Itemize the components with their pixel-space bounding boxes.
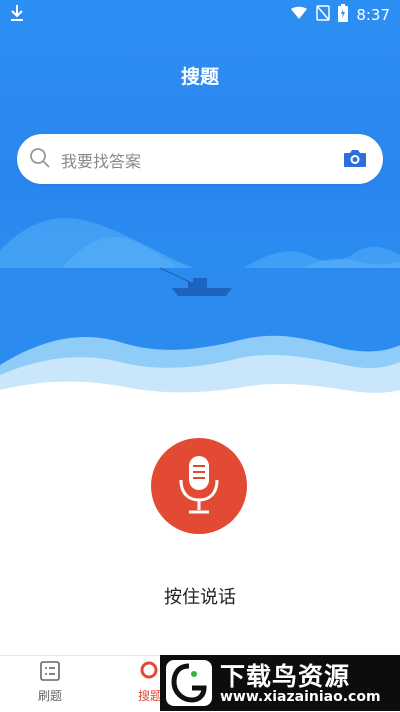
status-time: 8:37 — [356, 6, 390, 24]
lake-scene-illustration — [0, 218, 400, 415]
watermark-banner: 下载鸟资源 www.xiazainiao.com — [160, 655, 400, 711]
list-icon — [39, 661, 61, 685]
search-icon — [29, 147, 51, 173]
watermark-url: www.xiazainiao.com — [220, 689, 381, 705]
hold-to-speak-label: 按住说话 — [164, 587, 236, 608]
no-sim-icon — [316, 5, 331, 25]
download-icon — [10, 4, 24, 26]
page-title: 搜题 — [180, 66, 219, 88]
watermark-logo-icon — [166, 660, 212, 706]
hero-banner: 8:37 搜题 我要找答案 — [0, 0, 400, 415]
tab-practice[interactable]: 刷题 — [20, 660, 80, 704]
tab-label: 刷题 — [37, 689, 62, 703]
wifi-icon — [290, 6, 308, 24]
voice-record-button[interactable] — [151, 438, 247, 534]
search-placeholder: 我要找答案 — [61, 152, 142, 171]
watermark-title: 下载鸟资源 — [220, 662, 351, 691]
search-tab-icon — [139, 661, 161, 685]
search-input[interactable]: 我要找答案 — [17, 134, 383, 184]
camera-icon[interactable] — [343, 148, 367, 172]
status-bar: 8:37 — [0, 0, 400, 28]
battery-icon — [338, 4, 349, 26]
microphone-icon — [175, 454, 223, 522]
